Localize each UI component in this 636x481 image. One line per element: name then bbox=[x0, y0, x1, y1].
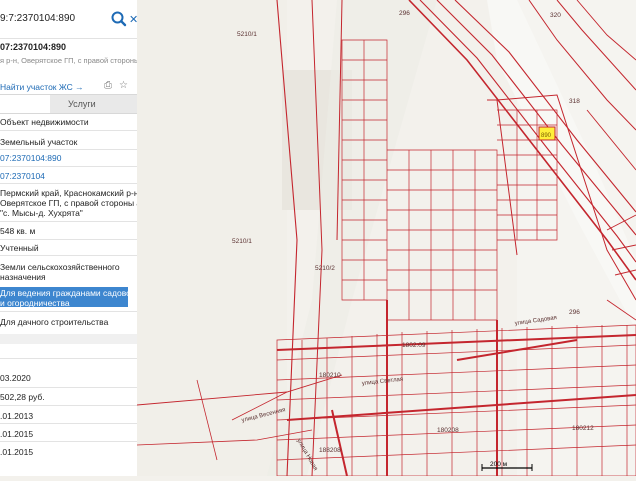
field-status: Учтенный bbox=[0, 243, 39, 253]
star-icon[interactable]: ☆ bbox=[119, 80, 128, 91]
field-cost: 502,28 руб. bbox=[0, 392, 45, 402]
tab-bar: Услуги bbox=[0, 94, 137, 114]
field-category: Земли сельскохозяйственного назначения bbox=[0, 262, 120, 282]
info-panel: 9:7:2370104:890 ✕ 07:2370104:890 я р-н, … bbox=[0, 0, 138, 476]
search-input[interactable]: 9:7:2370104:890 bbox=[0, 13, 75, 24]
parcel-label: 5210/2 bbox=[315, 265, 335, 272]
parcel-label: 180208 bbox=[437, 427, 459, 434]
parcel-label: 320 bbox=[550, 12, 561, 19]
field-permitted-use: Для ведения гражданами садоводства и огор… bbox=[0, 288, 138, 308]
field-date-2: .01.2013 bbox=[0, 411, 34, 421]
tab-services[interactable]: Услуги bbox=[68, 99, 96, 109]
field-quarter[interactable]: 07:2370104 bbox=[0, 171, 137, 181]
cadastral-map[interactable]: 5210/1 5210/1 5210/2 296 296 318 320 180… bbox=[136, 0, 636, 477]
parcel-label: 1802:09 bbox=[402, 342, 426, 349]
parcel-label: 296 bbox=[569, 309, 580, 316]
parcel-label: 180212 bbox=[572, 425, 594, 432]
parcel-label: 5210/1 bbox=[232, 238, 252, 245]
field-date-4: .01.2015 bbox=[0, 447, 34, 457]
search-button[interactable] bbox=[108, 8, 130, 30]
print-icon[interactable]: ⎙ bbox=[104, 80, 112, 91]
field-object-type: Объект недвижимости bbox=[0, 117, 89, 127]
parcel-label: 180210 bbox=[319, 372, 341, 379]
field-kind: Земельный участок bbox=[0, 137, 78, 147]
tab-info[interactable] bbox=[0, 95, 50, 113]
find-plot-link[interactable]: Найти участок ЖС → bbox=[0, 82, 84, 92]
field-address: Пермский край, Краснокамский р-н, Оверятс… bbox=[0, 188, 138, 218]
field-date-1: 03.2020 bbox=[0, 373, 31, 383]
map-canvas[interactable]: 5210/1 5210/1 5210/2 296 296 318 320 180… bbox=[136, 0, 636, 477]
address-short: я р-н, Оверятское ГП, с правой стороны а… bbox=[0, 56, 138, 65]
parcel-label: 5210/1 bbox=[237, 31, 257, 38]
parcel-label: 296 bbox=[399, 10, 410, 17]
field-cad-number[interactable]: 07:2370104:890 bbox=[0, 153, 137, 163]
field-area: 548 кв. м bbox=[0, 226, 36, 236]
selected-parcel-label: 890 bbox=[541, 133, 552, 139]
scale-label: 200 м bbox=[490, 461, 508, 468]
search-bar: 9:7:2370104:890 ✕ bbox=[0, 0, 137, 39]
cadastral-number-title: 07:2370104:890 bbox=[0, 42, 67, 52]
parcel-label: 318 bbox=[569, 98, 580, 105]
field-use-by-doc: Для дачного строительства bbox=[0, 317, 109, 327]
parcel-label: 188208 bbox=[319, 447, 341, 454]
field-date-3: .01.2015 bbox=[0, 429, 34, 439]
search-icon bbox=[111, 11, 127, 27]
